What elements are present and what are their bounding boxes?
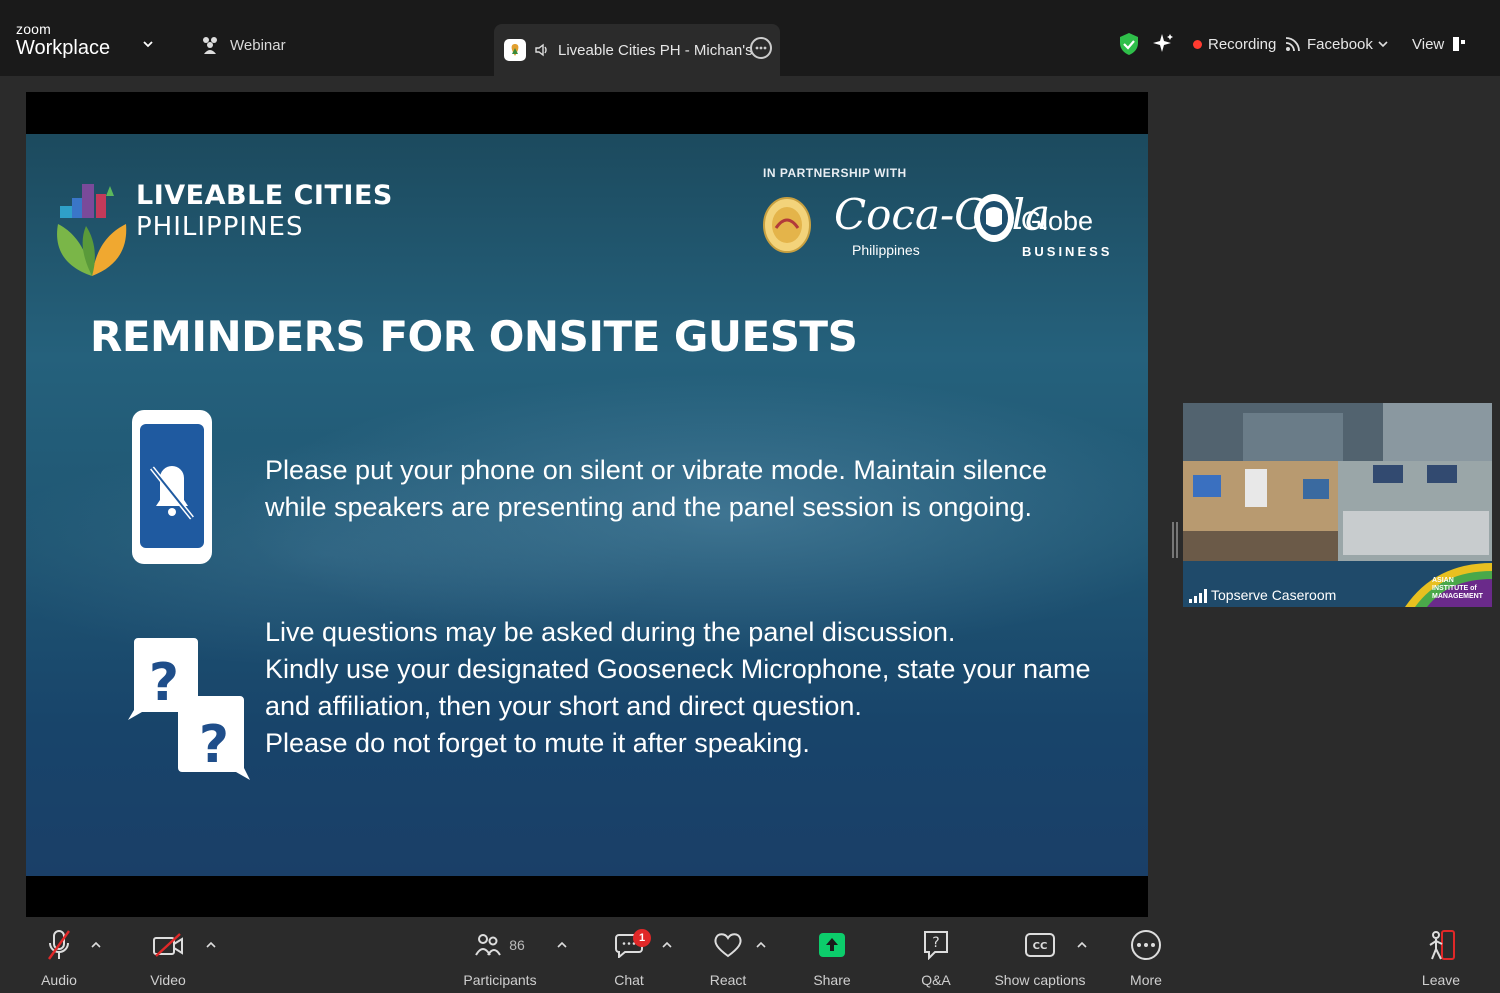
liveable-cities-logo-text: LIVEABLE CITIES PHILIPPINES (136, 180, 393, 244)
video-label: Video (150, 972, 186, 988)
view-menu[interactable]: View (1412, 30, 1466, 58)
participant-name-label: Topserve Caseroom (1211, 587, 1337, 603)
heart-icon (714, 933, 742, 958)
react-caret-icon[interactable] (755, 940, 767, 950)
more-dots-icon (1131, 930, 1161, 960)
coca-cola-logo: Coca-Cola (834, 190, 1051, 239)
slide-title: REMINDERS FOR ONSITE GUESTS (90, 312, 858, 361)
audio-label: Audio (41, 972, 77, 988)
chevron-down-icon[interactable] (142, 38, 154, 50)
leave-door-icon (1429, 930, 1455, 960)
react-label: React (709, 972, 747, 988)
webinar-people-icon (203, 37, 217, 54)
meeting-favicon-icon (504, 39, 526, 61)
question-bubbles-icon: ? ? (128, 638, 250, 780)
ai-sparkle-icon[interactable] (1152, 30, 1174, 58)
government-seal-icon (763, 197, 811, 253)
reminder-phone-text: Please put your phone on silent or vibra… (265, 452, 1065, 526)
facebook-label: Facebook (1307, 35, 1373, 53)
globe-logo-sub: BUSINESS (1022, 244, 1113, 259)
brand-small: zoom (16, 21, 52, 37)
reminder2-line4: Please do not forget to mute it after sp… (265, 728, 810, 758)
reminder-questions-text: Live questions may be asked during the p… (265, 614, 1090, 762)
camera-off-icon (153, 933, 183, 957)
tab-more-icon[interactable] (750, 37, 772, 59)
chat-label: Chat (614, 972, 644, 988)
participants-label: Participants (463, 972, 537, 988)
leave-button[interactable]: Leave (1416, 920, 1466, 993)
zoom-workplace-logo[interactable]: zoom Workplace (16, 22, 110, 58)
participants-button[interactable]: 86 Participants (455, 920, 545, 993)
show-captions-button[interactable]: CC Show captions (990, 920, 1090, 993)
phone-silent-icon (132, 410, 212, 564)
qa-icon: ? (924, 931, 948, 960)
svg-text:?: ? (149, 653, 179, 713)
chat-caret-icon[interactable] (661, 940, 673, 950)
globe-logo-text: Globe (1021, 206, 1094, 236)
view-layout-icon (1453, 37, 1466, 51)
video-button[interactable]: Video (143, 920, 193, 993)
top-bar: zoom Workplace Webinar Liveable Cities P… (0, 0, 1500, 76)
share-screen-icon (819, 933, 845, 957)
webinar-indicator[interactable]: Webinar (200, 36, 286, 54)
participant-name: Topserve Caseroom (1189, 587, 1336, 603)
meeting-tab[interactable]: Liveable Cities PH - Michan's (494, 24, 780, 76)
reminder2-line3: and affiliation, then your short and dir… (265, 691, 862, 721)
recording-status[interactable]: Recording (1193, 30, 1276, 58)
share-button[interactable]: Share (807, 920, 857, 993)
reminder1: Please put your phone on silent or vibra… (265, 455, 1047, 522)
video-caret-icon[interactable] (205, 940, 217, 950)
facebook-livestream[interactable]: Facebook (1285, 30, 1389, 58)
participants-icon (475, 934, 502, 956)
recording-label: Recording (1208, 35, 1277, 53)
shared-screen[interactable]: LIVEABLE CITIES PHILIPPINES IN PARTNERSH… (26, 92, 1148, 917)
coca-cola-sub: Philippines (852, 242, 920, 258)
liveable-cities-logo-icon (57, 184, 127, 276)
globe-logo-icon (974, 194, 1014, 242)
partner-heading: IN PARTNERSHIP WITH (763, 166, 907, 180)
view-label: View (1412, 35, 1445, 53)
brand-large: Workplace (16, 37, 111, 59)
livestream-icon (1285, 37, 1300, 52)
logo-line1: LIVEABLE CITIES (136, 180, 393, 211)
share-label: Share (813, 972, 851, 988)
svg-text:CC: CC (1033, 941, 1048, 952)
encryption-shield-icon[interactable] (1118, 30, 1140, 58)
participant-video-tile[interactable]: ASIAN INSTITUTE of MANAGEMENT Topserve C… (1183, 403, 1492, 607)
mic-muted-icon (48, 930, 70, 960)
more-button[interactable]: More (1121, 920, 1171, 993)
chat-unread-badge: 1 (633, 929, 651, 947)
react-button[interactable]: React (703, 920, 753, 993)
leave-label: Leave (1421, 972, 1461, 988)
svg-text:?: ? (199, 715, 229, 775)
recording-dot-icon (1193, 39, 1202, 49)
captions-caret-icon[interactable] (1076, 940, 1088, 950)
meeting-toolbar: Audio Video 86 Participants Chat 1 React… (0, 920, 1500, 993)
chevron-down-icon (1378, 41, 1388, 48)
captions-label: Show captions (994, 972, 1086, 988)
reminder2-line1: Live questions may be asked during the p… (265, 617, 956, 647)
qa-button[interactable]: ? Q&A (911, 920, 961, 993)
closed-captions-icon: CC (1025, 933, 1055, 957)
participants-caret-icon[interactable] (556, 940, 568, 950)
audio-caret-icon[interactable] (90, 940, 102, 950)
logo-line2: PHILIPPINES (136, 212, 304, 243)
reminder2-line2: Kindly use your designated Gooseneck Mic… (265, 654, 1091, 684)
meeting-tab-title: Liveable Cities PH - Michan's (558, 41, 753, 59)
more-label: More (1130, 972, 1162, 988)
panel-resize-handle[interactable] (1172, 522, 1178, 558)
qa-label: Q&A (921, 972, 951, 988)
signal-strength-icon (1189, 589, 1207, 603)
svg-text:?: ? (932, 935, 939, 951)
participants-count: 86 (509, 937, 525, 953)
audio-button[interactable]: Audio (34, 920, 84, 993)
presentation-slide: LIVEABLE CITIES PHILIPPINES IN PARTNERSH… (26, 134, 1148, 876)
tile-institution-sign: ASIAN INSTITUTE of MANAGEMENT (1432, 577, 1483, 600)
webinar-label: Webinar (230, 36, 286, 54)
speaker-icon (535, 43, 547, 57)
